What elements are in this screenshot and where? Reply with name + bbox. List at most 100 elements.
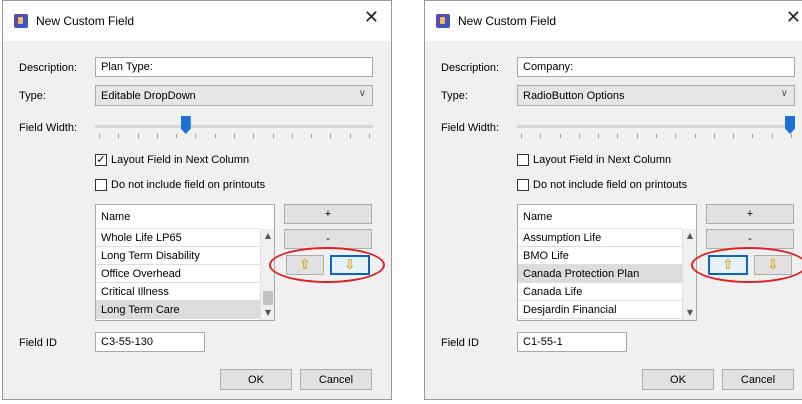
options-list: Name Whole Life LP65 Long Term Disabilit…: [95, 204, 275, 321]
field-id-label: Field ID: [441, 337, 479, 349]
slider-tick: [137, 134, 139, 138]
layout-next-column-checkbox[interactable]: ✓: [95, 154, 107, 166]
slider-tick: [771, 134, 773, 138]
add-item-button[interactable]: +: [284, 204, 372, 224]
title-bar: New Custom Field ✕: [3, 1, 391, 41]
slider-tick: [156, 134, 158, 138]
app-icon: [14, 14, 28, 28]
cancel-button[interactable]: Cancel: [300, 369, 372, 390]
slider-tick: [752, 134, 754, 138]
slider-tick: [311, 134, 313, 138]
slider-tick: [675, 134, 677, 138]
field-id-input[interactable]: C1-55-1: [517, 332, 627, 352]
slider-tick: [272, 134, 274, 138]
slider-tick: [540, 134, 542, 138]
scroll-down-icon[interactable]: ▼: [683, 306, 696, 320]
list-item[interactable]: Whole Life LP65: [96, 229, 260, 247]
list-scrollbar[interactable]: ▲ ▼: [260, 229, 274, 320]
list-item-selected[interactable]: Long Term Care: [96, 301, 260, 319]
slider-tick: [234, 134, 235, 138]
exclude-printouts-label: Do not include field on printouts: [533, 179, 688, 191]
list-scrollbar[interactable]: ▲ ▼: [682, 229, 696, 320]
app-icon: [436, 14, 450, 28]
field-id-input[interactable]: C3-55-130: [95, 332, 205, 352]
list-header-name: Name: [518, 205, 682, 229]
add-item-button[interactable]: +: [706, 204, 794, 224]
highlight-annotation-ring: [269, 247, 385, 283]
layout-next-column-label: Layout Field in Next Column: [533, 154, 672, 166]
new-custom-field-dialog-1: New Custom Field ✕ Description: Plan Typ…: [2, 0, 392, 400]
chevron-down-icon: ∨: [358, 88, 366, 99]
slider-tick: [176, 134, 178, 138]
slider-tick: [195, 134, 197, 138]
dialog-title: New Custom Field: [458, 14, 557, 28]
scroll-down-icon[interactable]: ▼: [261, 306, 274, 320]
field-id-label: Field ID: [19, 337, 57, 349]
close-icon[interactable]: ✕: [786, 9, 801, 27]
slider-tick: [694, 134, 696, 138]
scroll-up-icon[interactable]: ▲: [683, 229, 696, 243]
scroll-up-icon[interactable]: ▲: [261, 229, 274, 243]
list-item[interactable]: BMO Life: [518, 247, 682, 265]
type-label: Type:: [19, 90, 46, 102]
type-dropdown-value: Editable DropDown: [101, 90, 196, 102]
slider-tick: [559, 134, 561, 138]
slider-tick: [578, 134, 580, 138]
description-input[interactable]: Company:: [517, 57, 795, 77]
options-list: Name Assumption Life BMO Life Canada Pro…: [517, 204, 697, 321]
type-dropdown-value: RadioButton Options: [523, 90, 625, 102]
slider-tick: [733, 134, 735, 138]
slider-tick: [253, 134, 255, 138]
field-width-slider-thumb[interactable]: [785, 116, 795, 134]
scroll-thumb[interactable]: [263, 291, 273, 305]
list-item[interactable]: Canada Life: [518, 283, 682, 301]
slider-tick: [291, 134, 293, 138]
field-width-label: Field Width:: [19, 122, 78, 134]
slider-tick: [656, 134, 657, 138]
new-custom-field-dialog-2: New Custom Field ✕ Description: Company:…: [424, 0, 802, 400]
list-item[interactable]: Office Overhead: [96, 265, 260, 283]
field-width-slider-thumb[interactable]: [180, 116, 191, 134]
title-bar: New Custom Field ✕: [425, 1, 802, 41]
close-icon[interactable]: ✕: [364, 9, 379, 27]
highlight-annotation-ring: [691, 247, 802, 283]
list-header-name: Name: [96, 205, 260, 229]
cancel-button[interactable]: Cancel: [722, 369, 794, 390]
exclude-printouts-label: Do not include field on printouts: [111, 179, 266, 191]
slider-tick: [617, 134, 619, 138]
slider-tick: [214, 134, 216, 138]
type-dropdown[interactable]: Editable DropDown ∨: [95, 85, 373, 106]
slider-tick: [791, 134, 792, 138]
slider-tick: [369, 134, 370, 138]
ok-button[interactable]: OK: [220, 369, 292, 390]
slider-tick: [99, 134, 100, 138]
slider-tick: [713, 134, 715, 138]
slider-tick: [330, 134, 332, 138]
layout-next-column-checkbox[interactable]: [517, 154, 529, 166]
list-item[interactable]: Desjardin Financial: [518, 301, 682, 319]
remove-item-button[interactable]: -: [284, 229, 372, 249]
field-width-label: Field Width:: [441, 122, 500, 134]
slider-tick: [521, 134, 522, 138]
layout-next-column-label: Layout Field in Next Column: [111, 154, 250, 166]
list-item[interactable]: Long Term Disability: [96, 247, 260, 265]
exclude-printouts-checkbox[interactable]: [517, 179, 529, 191]
type-dropdown[interactable]: RadioButton Options ∨: [517, 85, 795, 106]
exclude-printouts-checkbox[interactable]: [95, 179, 107, 191]
description-input[interactable]: Plan Type:: [95, 57, 373, 77]
dialog-title: New Custom Field: [36, 14, 135, 28]
slider-tick: [598, 134, 600, 138]
list-item-selected[interactable]: Canada Protection Plan: [518, 265, 682, 283]
slider-tick: [118, 134, 120, 138]
field-width-slider-track[interactable]: [517, 125, 795, 128]
ok-button[interactable]: OK: [642, 369, 714, 390]
field-width-slider-track[interactable]: [95, 125, 373, 128]
list-item[interactable]: Critical Illness: [96, 283, 260, 301]
slider-tick: [349, 134, 351, 138]
description-label: Description:: [441, 62, 500, 74]
remove-item-button[interactable]: -: [706, 229, 794, 249]
chevron-down-icon: ∨: [780, 88, 788, 99]
list-item[interactable]: Assumption Life: [518, 229, 682, 247]
type-label: Type:: [441, 90, 468, 102]
description-label: Description:: [19, 62, 78, 74]
